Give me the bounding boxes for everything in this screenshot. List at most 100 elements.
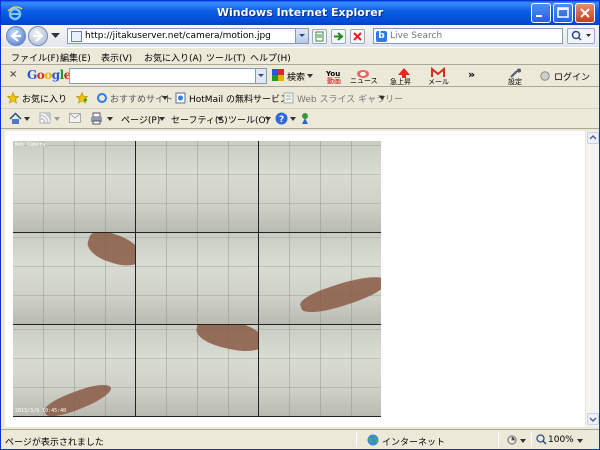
status-separator — [356, 432, 357, 447]
chevron-down-icon[interactable] — [162, 96, 168, 100]
google-search-button[interactable]: 検索 — [287, 70, 305, 83]
tools-menu-button[interactable]: ツール(O) — [228, 113, 269, 126]
camera-frame — [259, 325, 381, 416]
zoom-level[interactable]: 100% — [548, 435, 574, 445]
camera-motion-image: Web Camera 2013/3/9 10:45:40 — [13, 141, 381, 417]
mail-button[interactable]: メール — [428, 77, 449, 87]
close-toolbar-icon[interactable]: × — [9, 69, 17, 80]
google-logo[interactable]: Google — [27, 68, 71, 82]
protected-mode-icon[interactable] — [506, 434, 518, 446]
menu-edit[interactable]: 編集(E) — [60, 51, 91, 64]
research-icon[interactable] — [299, 112, 311, 125]
status-separator — [531, 432, 532, 447]
chevron-down-icon[interactable] — [307, 74, 313, 78]
history-dropdown-icon[interactable] — [51, 33, 60, 39]
page-menu-button[interactable]: ページ(P) — [121, 113, 160, 126]
scroll-down-button[interactable] — [587, 413, 599, 425]
window-title: Windows Internet Explorer — [216, 6, 384, 19]
favorites-bar: お気に入り おすすめサイト HotMail の無料サービス Web スライス ギ… — [1, 87, 599, 109]
chevron-down-icon — [299, 34, 305, 37]
camera-frame — [259, 141, 381, 232]
more-button[interactable]: » — [468, 68, 475, 81]
trending-button[interactable]: 急上昇 — [390, 77, 411, 87]
camera-frame: Web Camera — [13, 141, 135, 232]
security-zone[interactable]: インターネット — [382, 435, 445, 448]
add-favorite-icon[interactable] — [76, 92, 88, 104]
web-slice-icon — [283, 92, 294, 104]
chevron-down-icon[interactable] — [217, 117, 223, 121]
address-url[interactable]: http://jitakuserver.net/camera/motion.jp… — [85, 31, 271, 41]
login-icon — [540, 71, 550, 81]
go-button[interactable] — [331, 29, 346, 44]
chevron-down-icon[interactable] — [107, 117, 113, 121]
ie-link-icon — [97, 93, 107, 103]
camera-frame — [13, 233, 135, 324]
login-button[interactable]: ログイン — [554, 70, 590, 83]
chevron-down-icon[interactable] — [379, 96, 385, 100]
page-link-icon — [175, 92, 186, 104]
address-dropdown-button[interactable] — [295, 29, 308, 43]
vertical-scrollbar[interactable] — [585, 131, 599, 427]
search-input[interactable] — [390, 30, 560, 42]
chevron-down-icon[interactable] — [54, 117, 60, 121]
chevron-down-icon[interactable] — [577, 439, 583, 443]
menu-tools[interactable]: ツール(T) — [206, 51, 246, 64]
chevron-down-icon[interactable] — [290, 117, 296, 121]
hotmail-link[interactable]: HotMail の無料サービス — [189, 92, 289, 105]
camera-timestamp: 2013/3/9 10:45:40 — [15, 408, 67, 414]
search-button[interactable] — [567, 28, 595, 44]
read-mail-icon[interactable] — [69, 113, 81, 123]
back-arrow-icon — [10, 30, 21, 42]
settings-button[interactable]: 設定 — [508, 77, 522, 87]
camera-frame — [136, 325, 258, 416]
stop-button[interactable] — [350, 29, 365, 44]
menu-view[interactable]: 表示(V) — [101, 51, 132, 64]
svg-text:?: ? — [279, 115, 284, 125]
chevron-down-icon[interactable] — [265, 117, 271, 121]
google-search-icon — [272, 69, 284, 81]
page-content[interactable]: Web Camera 2013/3/9 10:45:40 — [5, 131, 585, 427]
chevron-down-icon[interactable] — [24, 117, 30, 121]
home-icon[interactable] — [9, 112, 22, 125]
scroll-up-button[interactable] — [587, 132, 599, 144]
chevron-down-icon[interactable] — [159, 117, 165, 121]
address-bar[interactable]: http://jitakuserver.net/camera/motion.jp… — [67, 28, 309, 44]
camera-frame — [136, 233, 258, 324]
back-button[interactable] — [6, 26, 26, 46]
compat-view-icon — [315, 31, 324, 42]
live-search-icon: b — [376, 31, 387, 42]
search-box[interactable]: b — [373, 28, 563, 44]
camera-label: Web Camera — [15, 142, 46, 148]
menu-favorites[interactable]: お気に入り(A) — [144, 51, 202, 64]
close-button[interactable] — [575, 3, 595, 23]
page-icon — [71, 31, 82, 42]
chevron-down-icon — [258, 74, 264, 77]
compat-view-button[interactable] — [312, 29, 327, 44]
status-separator — [498, 432, 499, 447]
status-text: ページが表示されました — [5, 438, 104, 448]
rss-feed-icon[interactable] — [39, 112, 51, 124]
help-icon[interactable]: ? — [275, 112, 288, 125]
print-icon[interactable] — [90, 112, 103, 125]
google-search-input[interactable] — [69, 68, 267, 84]
minimize-button[interactable] — [531, 3, 551, 23]
news-button[interactable]: ニュース — [350, 76, 378, 86]
star-icon — [7, 92, 19, 104]
youtube-button[interactable]: 動画 — [327, 76, 341, 86]
favorites-button[interactable]: お気に入り — [22, 92, 67, 105]
search-icon — [571, 30, 591, 41]
camera-frame: 2013/3/9 10:45:40 — [13, 325, 135, 416]
menu-help[interactable]: ヘルプ(H) — [250, 51, 291, 64]
maximize-button[interactable] — [553, 3, 573, 23]
internet-zone-icon — [367, 434, 379, 446]
chevron-up-icon — [589, 135, 597, 140]
menu-file[interactable]: ファイル(F) — [11, 51, 59, 64]
google-toolbar: × Google 検索 You 動画 ニュース 急上昇 メール » 設定 ログイ… — [1, 65, 599, 87]
web-slice-gallery-link[interactable]: Web スライス ギャラリー — [297, 92, 403, 105]
title-bar[interactable]: Windows Internet Explorer — [1, 1, 599, 25]
go-arrow-icon — [334, 32, 344, 41]
camera-frame — [259, 233, 381, 324]
google-search-dropdown[interactable] — [255, 69, 266, 83]
chevron-down-icon[interactable] — [520, 439, 526, 443]
forward-button[interactable] — [28, 26, 48, 46]
